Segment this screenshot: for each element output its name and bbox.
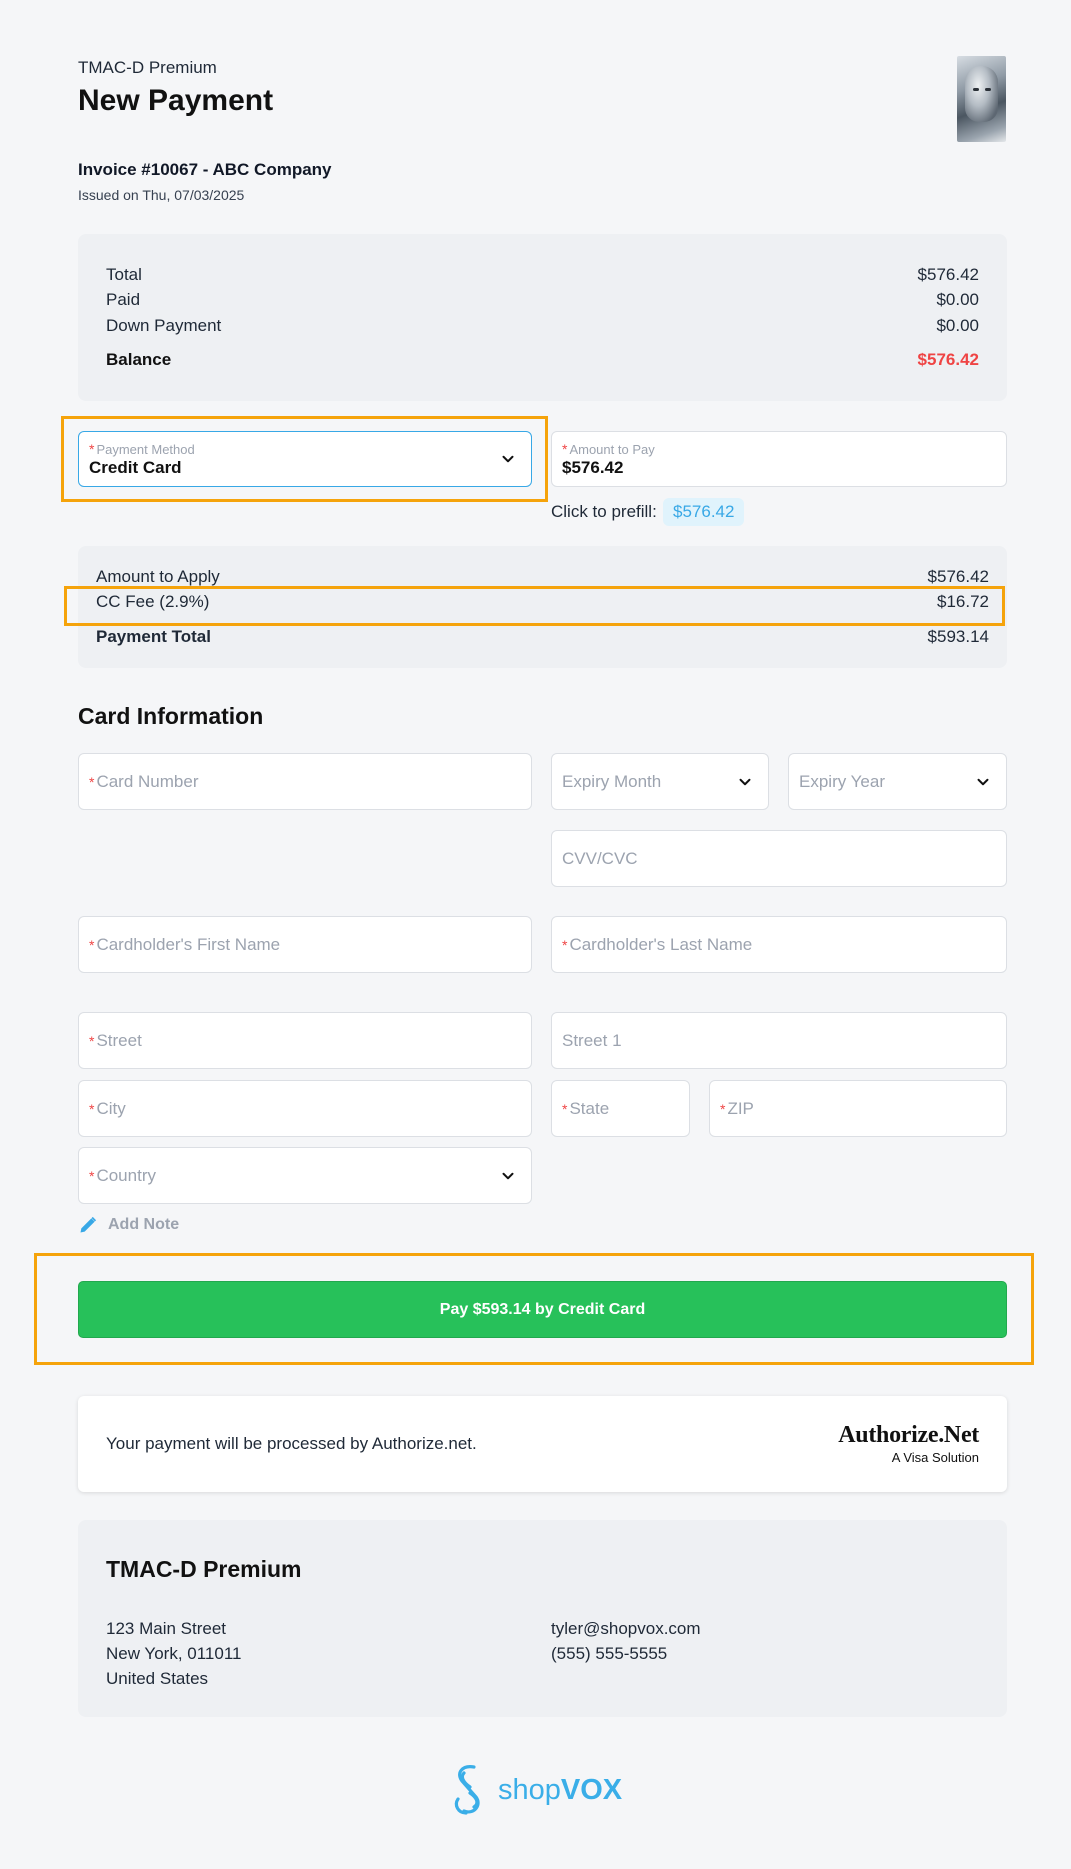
street1-input[interactable]: Street 1 (551, 1012, 1007, 1069)
street-placeholder: Street (96, 1030, 142, 1050)
footer-address: 123 Main Street New York, 011011 United … (106, 1616, 241, 1691)
pencil-icon (80, 1216, 97, 1233)
footer-contact: tyler@shopvox.com (555) 555-5555 (551, 1616, 701, 1666)
amount-to-pay-input[interactable]: * Amount to Pay $576.42 (551, 431, 1007, 487)
cc-fee-row: CC Fee (2.9%) $16.72 (96, 592, 989, 612)
authorize-net-logo-main: Authorize.Net (838, 1422, 979, 1448)
payment-total-value: $593.14 (927, 627, 989, 646)
cc-fee-value: $16.72 (937, 592, 989, 611)
street-input[interactable]: * Street (78, 1012, 532, 1069)
last-name-input[interactable]: * Cardholder's Last Name (551, 916, 1007, 973)
balance-value: $576.42 (917, 350, 979, 369)
country-select[interactable]: * Country (78, 1147, 532, 1204)
card-number-input[interactable]: * Card Number (78, 753, 532, 810)
cc-fee-label: CC Fee (2.9%) (96, 592, 210, 611)
paid-value: $0.00 (936, 290, 979, 309)
total-row: Total $576.42 (106, 265, 979, 285)
brand-shop: shop (498, 1773, 561, 1806)
footer-company-name: TMAC-D Premium (106, 1556, 302, 1582)
cvv-placeholder: CVV/CVC (562, 848, 638, 868)
avatar[interactable] (957, 56, 1006, 142)
address-line-1: 123 Main Street (106, 1619, 227, 1638)
payment-total-label: Payment Total (96, 627, 211, 646)
expiry-year-placeholder: Expiry Year (799, 771, 885, 791)
prefill-label: Click to prefill: (551, 502, 657, 521)
footer-email[interactable]: tyler@shopvox.com (551, 1616, 701, 1641)
authorize-net-logo-sub: A Visa Solution (891, 1450, 979, 1465)
first-name-input[interactable]: * Cardholder's First Name (78, 916, 532, 973)
payment-summary: Amount to Apply $576.42 CC Fee (2.9%) $1… (78, 546, 1007, 668)
city-placeholder: City (96, 1098, 126, 1118)
chevron-down-icon (739, 778, 751, 785)
payment-method-value: Credit Card (89, 458, 182, 477)
payment-method-label: Payment Method (96, 442, 195, 457)
company-name: TMAC-D Premium (78, 58, 217, 77)
amount-to-apply-row: Amount to Apply $576.42 (96, 567, 989, 587)
address-line-2: New York, 011011 (106, 1644, 242, 1663)
shopvox-logo: shop VOX (452, 1763, 622, 1817)
payment-method-select[interactable]: * Payment Method Credit Card (78, 431, 532, 487)
page-title: New Payment (78, 84, 274, 117)
zip-placeholder: ZIP (727, 1098, 754, 1118)
last-name-placeholder: Cardholder's Last Name (569, 934, 753, 954)
company-info-card: TMAC-D Premium 123 Main Street New York,… (78, 1520, 1007, 1717)
processor-notice: Your payment will be processed by Author… (78, 1396, 1007, 1492)
address-line-3: United States (106, 1669, 209, 1688)
down-payment-label: Down Payment (106, 316, 222, 335)
prefill-chip[interactable]: $576.42 (663, 498, 745, 526)
country-placeholder: Country (96, 1165, 156, 1185)
issued-date: Issued on Thu, 07/03/2025 (78, 187, 245, 203)
amount-to-pay-value: $576.42 (562, 458, 624, 477)
expiry-month-placeholder: Expiry Month (562, 771, 662, 791)
balance-row: Balance $576.42 (106, 350, 979, 370)
shopvox-logo-icon (454, 1765, 480, 1815)
down-payment-row: Down Payment $0.00 (106, 316, 979, 336)
invoice-title: Invoice #10067 - ABC Company (78, 160, 332, 179)
payment-total-row: Payment Total $593.14 (96, 627, 989, 647)
expiry-year-select[interactable]: Expiry Year (788, 753, 1007, 810)
cvv-input[interactable]: CVV/CVC (551, 830, 1007, 887)
footer-phone[interactable]: (555) 555-5555 (551, 1641, 701, 1666)
expiry-month-select[interactable]: Expiry Month (551, 753, 769, 810)
paid-row: Paid $0.00 (106, 290, 979, 310)
chevron-down-icon (977, 778, 989, 785)
card-number-placeholder: Card Number (96, 771, 199, 791)
chevron-down-icon (502, 1172, 514, 1179)
first-name-placeholder: Cardholder's First Name (96, 934, 281, 954)
city-input[interactable]: * City (78, 1080, 532, 1137)
authorize-net-logo: Authorize.Net A Visa Solution (838, 1422, 979, 1465)
amount-to-pay-label: Amount to Pay (569, 442, 655, 457)
amount-to-apply-value: $576.42 (927, 567, 989, 586)
zip-input[interactable]: * ZIP (709, 1080, 1007, 1137)
total-label: Total (106, 265, 142, 284)
processor-text: Your payment will be processed by Author… (106, 1434, 477, 1453)
street1-placeholder: Street 1 (562, 1030, 622, 1050)
invoice-summary: Total $576.42 Paid $0.00 Down Payment $0… (78, 234, 1007, 401)
state-input[interactable]: * State (551, 1080, 690, 1137)
pay-button[interactable]: Pay $593.14 by Credit Card (78, 1281, 1007, 1338)
total-value: $576.42 (917, 265, 979, 284)
add-note-label: Add Note (108, 1216, 180, 1233)
paid-label: Paid (106, 290, 141, 309)
chevron-down-icon (502, 455, 514, 463)
brand-vox: VOX (560, 1773, 623, 1806)
balance-label: Balance (106, 350, 172, 369)
add-note-link[interactable]: Add Note (78, 1215, 179, 1235)
amount-to-apply-label: Amount to Apply (96, 567, 220, 586)
down-payment-value: $0.00 (936, 316, 979, 335)
state-placeholder: State (569, 1098, 610, 1118)
card-information-title: Card Information (78, 703, 264, 729)
